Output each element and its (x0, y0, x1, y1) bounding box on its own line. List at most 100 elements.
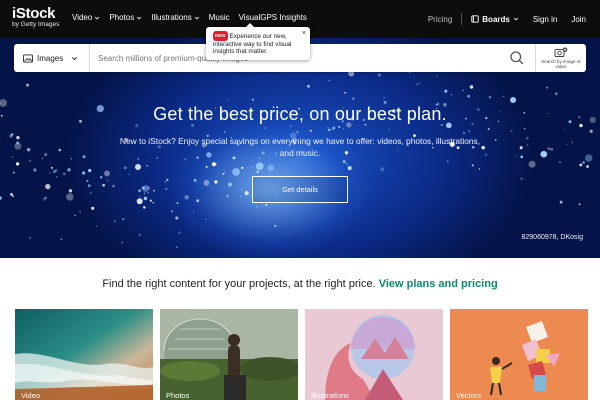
sparkle-particle (290, 125, 292, 128)
sparkle-particle (50, 166, 53, 169)
sparkle-particle (462, 131, 466, 135)
sparkle-particle (79, 210, 82, 213)
sparkle-particle (152, 202, 154, 204)
sparkle-particle (388, 129, 390, 131)
media-type-label: Images (37, 53, 64, 63)
chevron-down-icon (72, 56, 78, 60)
sparkle-particle (15, 162, 20, 166)
sparkle-particle (44, 196, 47, 199)
nav-photos[interactable]: Photos (109, 13, 142, 22)
sparkle-particle (0, 141, 1, 143)
geometric-shapes-vector (450, 309, 588, 400)
sparkle-particle (184, 195, 189, 200)
chevron-down-icon (95, 16, 100, 19)
sparkle-particle (468, 130, 471, 133)
sparkle-particle (255, 206, 257, 208)
sparkle-particle (545, 86, 549, 89)
main-nav: Video Photos Illustrations Music VisualG… (72, 13, 307, 22)
sparkle-particle (467, 94, 471, 98)
card-vectors[interactable]: Vectors (450, 309, 588, 400)
sparkle-particle (331, 128, 334, 130)
sparkle-particle (91, 206, 95, 210)
search-by-image-label: Search by image or video (541, 59, 581, 69)
sparkle-particle (12, 156, 14, 158)
sparkle-particle (478, 168, 481, 170)
sparkle-particle (487, 127, 490, 131)
sparkle-particle (222, 173, 225, 175)
sparkle-particle (519, 146, 523, 150)
sparkle-particle (240, 195, 242, 198)
nav-visualgps-insights[interactable]: VisualGPS Insights (239, 13, 307, 22)
sparkle-particle (307, 84, 310, 88)
sparkle-particle (226, 194, 230, 198)
chevron-down-icon (137, 16, 142, 19)
sparkle-particle (256, 170, 259, 173)
view-plans-link[interactable]: View plans and pricing (379, 278, 498, 290)
sparkle-particle (26, 148, 31, 152)
card-illustrations[interactable]: Illustrations (305, 309, 443, 400)
join-link[interactable]: Join (571, 15, 586, 24)
pricing-link[interactable]: Pricing (428, 15, 452, 24)
sparkle-particle (49, 172, 51, 174)
sparkle-particle (419, 81, 421, 84)
sparkle-particle (119, 175, 121, 177)
sparkle-particle (26, 83, 29, 87)
nav-music[interactable]: Music (209, 13, 230, 22)
sparkle-particle (100, 176, 103, 179)
sparkle-particle (528, 160, 536, 168)
sign-in-link[interactable]: Sign in (533, 15, 557, 24)
sparkle-particle (327, 127, 329, 129)
media-type-select[interactable]: Images (14, 44, 90, 72)
sparkle-particle (175, 246, 178, 249)
abstract-face-illustration (305, 309, 443, 400)
sparkle-particle (141, 186, 145, 190)
tooltip-text-block: NEW Experience our new, interactive way t… (213, 31, 298, 56)
sparkle-particle (586, 165, 589, 168)
sparkle-particle (175, 216, 179, 220)
sparkle-particle (255, 162, 264, 171)
close-icon[interactable]: × (302, 30, 306, 37)
sparkle-particle (462, 89, 464, 91)
sparkle-particle (87, 184, 91, 188)
sparkle-particle (139, 195, 141, 197)
sparkle-particle (143, 196, 148, 201)
sparkle-particle (42, 158, 44, 160)
sparkle-particle (526, 144, 529, 146)
card-video[interactable]: Video (15, 309, 153, 400)
sparkle-particle (579, 163, 583, 167)
sparkle-particle (177, 231, 181, 234)
camera-search-icon (554, 47, 568, 57)
sparkle-particle (176, 202, 179, 204)
sparkle-particle (227, 99, 229, 101)
nav-video[interactable]: Video (72, 13, 100, 22)
sparkle-particle (0, 196, 2, 200)
sparkle-particle (450, 94, 452, 96)
sparkle-particle (12, 195, 14, 198)
hero-subtitle: New to iStock? Enjoy special savings on … (119, 136, 481, 158)
istock-logo[interactable]: iStock by Getty Images (12, 6, 64, 29)
search-by-image-button[interactable]: Search by image or video (536, 44, 586, 72)
sparkle-particle (589, 129, 593, 133)
get-details-button[interactable]: Get details (252, 176, 348, 203)
nav-illustrations[interactable]: Illustrations (151, 13, 199, 22)
sparkle-particle (488, 95, 492, 99)
nav-visualgps-label: VisualGPS Insights (238, 13, 307, 22)
sparkle-particle (54, 169, 58, 173)
sparkle-particle (344, 91, 346, 94)
card-photos[interactable]: Photos (160, 309, 298, 400)
sparkle-particle (584, 154, 593, 162)
sparkle-particle (56, 176, 58, 178)
sparkle-particle (128, 173, 130, 176)
sparkle-particle (347, 166, 352, 171)
sparkle-particle (241, 189, 243, 191)
sparkle-particle (328, 79, 330, 82)
sparkle-particle (107, 179, 108, 181)
ocean-waves-image (15, 309, 153, 400)
sparkle-particle (232, 168, 240, 176)
sparkle-particle (16, 135, 20, 140)
sparkle-particle (33, 168, 37, 172)
search-icon[interactable] (509, 50, 525, 66)
sparkle-particle (494, 138, 497, 141)
boards-menu[interactable]: Boards (471, 15, 519, 24)
sparkle-particle (343, 127, 345, 130)
